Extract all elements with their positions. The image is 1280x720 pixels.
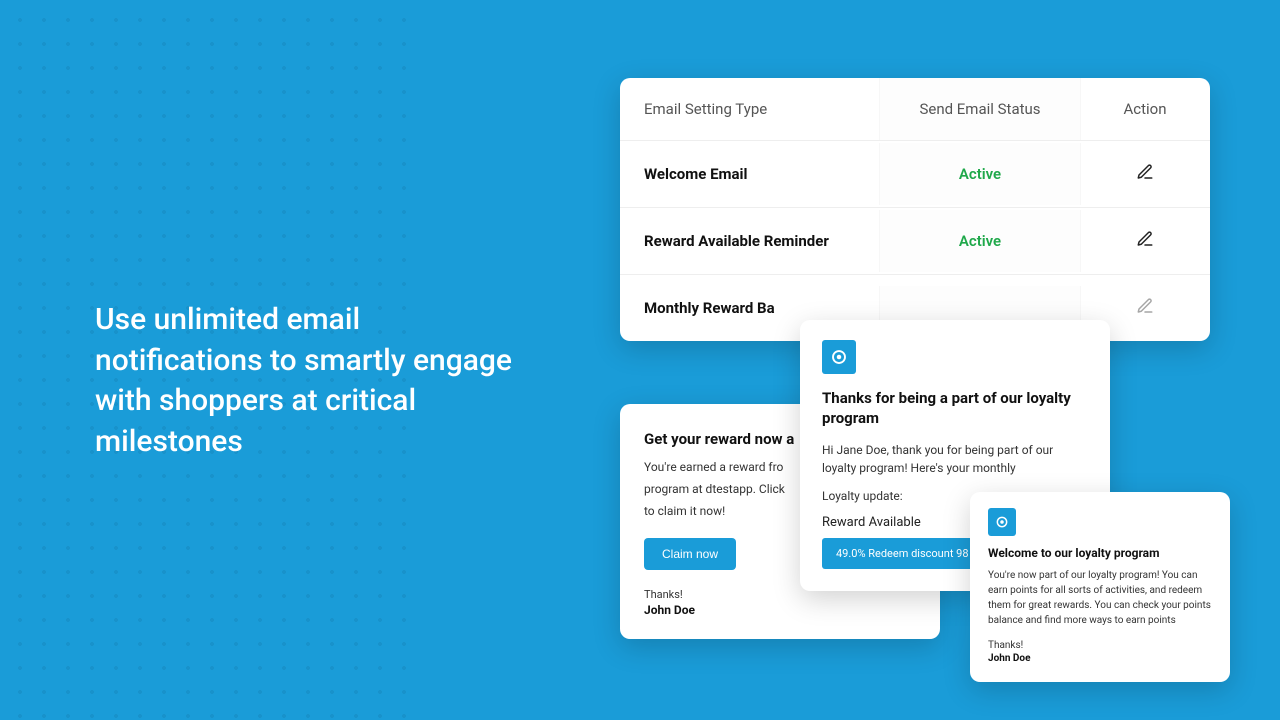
welcome-email-preview: Welcome to our loyalty program You're no… [970,492,1230,682]
col-action: Action [1080,78,1210,140]
claim-now-button[interactable]: Claim now [644,538,736,570]
email-signature: John Doe [988,653,1212,664]
col-status: Send Email Status [880,78,1080,140]
edit-icon[interactable] [1136,230,1154,248]
welcome-body: You're now part of our loyalty program! … [988,568,1212,628]
email-signature: John Doe [644,603,916,617]
status-badge: Active [959,232,1001,250]
table-row: Welcome Email Active [620,140,1210,207]
email-thanks: Thanks! [988,640,1212,651]
loyalty-greeting: Hi Jane Doe, thank you for being part of… [822,441,1088,477]
loyalty-title: Thanks for being a part of our loyalty p… [822,388,1088,429]
row-type: Welcome Email [620,143,880,205]
col-type: Email Setting Type [620,78,880,140]
status-badge: Active [959,165,1001,183]
row-type: Reward Available Reminder [620,210,880,272]
edit-icon[interactable] [1136,297,1154,315]
brand-logo-icon [988,508,1016,536]
table-row: Reward Available Reminder Active [620,207,1210,274]
email-settings-table: Email Setting Type Send Email Status Act… [620,78,1210,341]
brand-logo-icon [822,340,856,374]
page-headline: Use unlimited email notifications to sma… [95,300,535,462]
welcome-title: Welcome to our loyalty program [988,546,1212,560]
table-header-row: Email Setting Type Send Email Status Act… [620,78,1210,140]
edit-icon[interactable] [1136,163,1154,181]
